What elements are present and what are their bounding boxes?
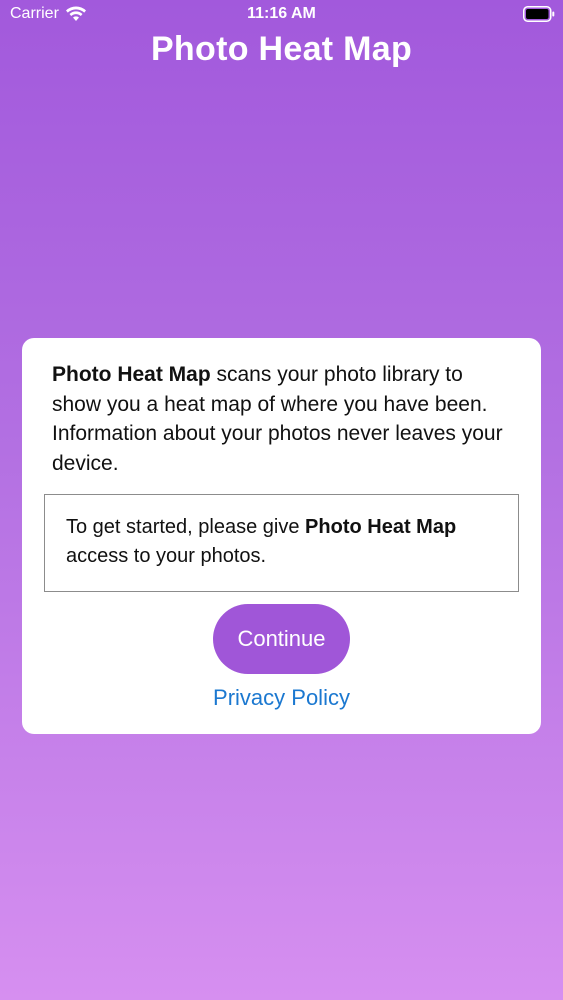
notice-text: To get started, please give Photo Heat M… bbox=[66, 513, 500, 571]
notice-prefix: To get started, please give bbox=[66, 516, 306, 538]
screen: Carrier 11:16 AM Photo Heat Map Photo He… bbox=[0, 0, 563, 1000]
privacy-policy-link[interactable]: Privacy Policy bbox=[22, 685, 541, 711]
notice-suffix: access to your photos. bbox=[66, 545, 267, 567]
page-title: Photo Heat Map bbox=[150, 30, 413, 68]
onboarding-card: Photo Heat Map scans your photo library … bbox=[22, 338, 541, 734]
continue-button[interactable]: Continue bbox=[213, 604, 350, 674]
intro-text: Photo Heat Map scans your photo library … bbox=[52, 360, 517, 478]
status-bar: Carrier 11:16 AM bbox=[0, 0, 563, 30]
battery-icon bbox=[523, 6, 555, 22]
notice-app-name: Photo Heat Map bbox=[305, 516, 457, 538]
status-time: 11:16 AM bbox=[247, 5, 316, 22]
intro-app-name: Photo Heat Map bbox=[52, 363, 211, 386]
permission-notice: To get started, please give Photo Heat M… bbox=[44, 494, 519, 592]
